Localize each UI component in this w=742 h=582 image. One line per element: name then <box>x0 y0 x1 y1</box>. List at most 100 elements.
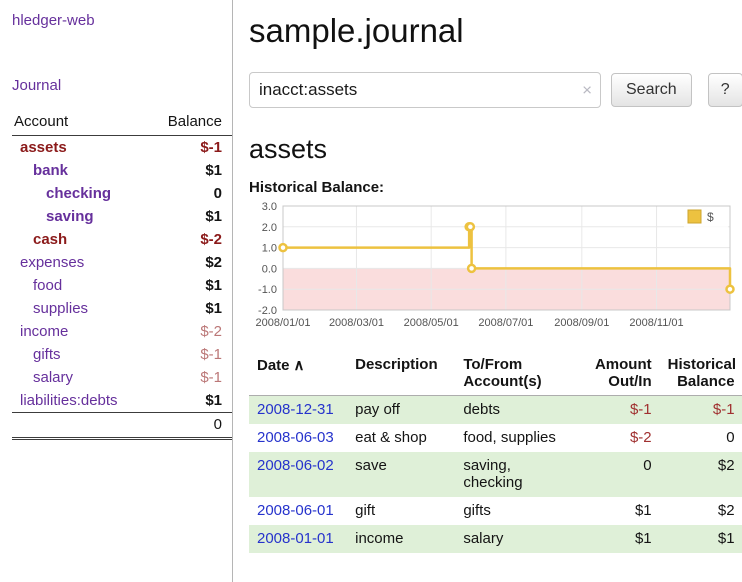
register-accounts-cell: salary <box>455 525 578 553</box>
transaction-date-link[interactable]: 2008-06-02 <box>257 457 334 474</box>
account-name-cell: gifts <box>12 343 147 366</box>
account-link[interactable]: assets <box>20 139 67 156</box>
account-balance: 0 <box>147 182 232 205</box>
register-balance-cell: $2 <box>660 452 742 497</box>
app-title-link[interactable]: hledger-web <box>12 12 232 29</box>
register-amount-cell: $1 <box>579 525 660 553</box>
account-balance: $-1 <box>147 343 232 366</box>
account-row: expenses $2 <box>12 251 232 274</box>
chart-point-marker <box>468 265 475 272</box>
register-balance-cell: $-1 <box>660 396 742 425</box>
register-header-row: Date∧ Description To/From Account(s) Amount… <box>249 354 742 396</box>
account-heading: assets <box>249 134 742 165</box>
account-name-cell: salary <box>12 366 147 389</box>
transaction-date-link[interactable]: 2008-01-01 <box>257 530 334 547</box>
register-col-accounts: To/From Account(s) <box>455 354 578 396</box>
sidebar: hledger-web Journal Account Balance asse… <box>0 0 233 582</box>
accounts-col-account: Account <box>12 110 147 136</box>
register-col-label: Amount Out/In <box>595 356 652 390</box>
register-accounts-cell: food, supplies <box>455 424 578 452</box>
account-link[interactable]: food <box>33 277 62 294</box>
account-name-cell: liabilities:debts <box>12 389 147 413</box>
account-name-cell: expenses <box>12 251 147 274</box>
accounts-total-value: 0 <box>147 413 232 439</box>
account-name-cell: supplies <box>12 297 147 320</box>
sort-ascending-icon: ∧ <box>294 357 305 374</box>
transaction-date-link[interactable]: 2008-06-03 <box>257 429 334 446</box>
accounts-table: Account Balance assets $-1 bank $1 checking 0… <box>12 110 232 440</box>
chart-point-marker <box>727 286 734 293</box>
account-name-cell: assets <box>12 136 147 160</box>
register-col-label: Historical Balance <box>668 356 736 390</box>
hledger-web-app: hledger-web Journal Account Balance asse… <box>0 0 742 582</box>
register-description-cell: gift <box>347 497 455 525</box>
register-description-cell: income <box>347 525 455 553</box>
account-balance: $-1 <box>147 136 232 160</box>
search-button[interactable]: Search <box>611 73 692 107</box>
svg-text:-1.0: -1.0 <box>258 284 277 296</box>
account-link[interactable]: supplies <box>33 300 88 317</box>
register-col-amount: Amount Out/In <box>579 354 660 396</box>
accounts-header-row: Account Balance <box>12 110 232 136</box>
register-date-cell: 2008-06-02 <box>249 452 347 497</box>
svg-text:-2.0: -2.0 <box>258 305 277 317</box>
account-balance: $2 <box>147 251 232 274</box>
account-link[interactable]: cash <box>33 231 67 248</box>
account-link[interactable]: salary <box>33 369 73 386</box>
accounts-total-row: 0 <box>12 413 232 439</box>
register-col-description: Description <box>347 354 455 396</box>
account-balance: $-1 <box>147 366 232 389</box>
account-balance: $-2 <box>147 320 232 343</box>
register-accounts-cell: saving, checking <box>455 452 578 497</box>
account-name-cell: checking <box>12 182 147 205</box>
search-form: × Search ? <box>249 72 742 108</box>
transaction-date-link[interactable]: 2008-06-01 <box>257 502 334 519</box>
legend-label: $ <box>707 210 714 224</box>
register-date-cell: 2008-06-01 <box>249 497 347 525</box>
register-date-cell: 2008-01-01 <box>249 525 347 553</box>
transaction-date-link[interactable]: 2008-12-31 <box>257 401 334 418</box>
legend-color-box <box>688 210 701 223</box>
search-input[interactable] <box>249 72 601 108</box>
account-row: saving $1 <box>12 205 232 228</box>
account-link[interactable]: gifts <box>33 346 61 363</box>
register-amount-cell: $-1 <box>579 396 660 425</box>
help-button[interactable]: ? <box>708 73 742 107</box>
account-link[interactable]: bank <box>33 162 68 179</box>
clear-search-icon[interactable]: × <box>582 82 592 99</box>
account-name-cell: income <box>12 320 147 343</box>
chart-title: Historical Balance: <box>249 179 742 196</box>
account-link[interactable]: checking <box>46 185 111 202</box>
register-row: 2008-06-01giftgifts$1$2 <box>249 497 742 525</box>
account-name-cell: bank <box>12 159 147 182</box>
historical-balance-chart: 3.02.01.00.0-1.0-2.02008/01/012008/03/01… <box>249 198 742 340</box>
account-link[interactable]: expenses <box>20 254 84 271</box>
accounts-col-balance: Balance <box>147 110 232 136</box>
register-col-balance: Historical Balance <box>660 354 742 396</box>
register-description-cell: pay off <box>347 396 455 425</box>
register-amount-cell: 0 <box>579 452 660 497</box>
account-row: income $-2 <box>12 320 232 343</box>
register-col-label: Date <box>257 357 290 374</box>
account-balance: $1 <box>147 274 232 297</box>
register-description-cell: eat & shop <box>347 424 455 452</box>
account-link[interactable]: saving <box>46 208 94 225</box>
register-col-label: Description <box>355 356 438 373</box>
register-date-cell: 2008-12-31 <box>249 396 347 425</box>
register-col-date[interactable]: Date∧ <box>249 354 347 396</box>
register-amount-cell: $1 <box>579 497 660 525</box>
svg-text:3.0: 3.0 <box>262 201 277 213</box>
register-balance-cell: 0 <box>660 424 742 452</box>
account-name-cell: saving <box>12 205 147 228</box>
register-date-cell: 2008-06-03 <box>249 424 347 452</box>
chart-point-marker <box>280 244 287 251</box>
register-amount-cell: $-2 <box>579 424 660 452</box>
sidebar-item-journal[interactable]: Journal <box>12 77 232 94</box>
account-balance: $1 <box>147 297 232 320</box>
account-link[interactable]: liabilities:debts <box>20 392 118 409</box>
account-link[interactable]: income <box>20 323 68 340</box>
svg-text:0.0: 0.0 <box>262 263 277 275</box>
register-row: 2008-06-02savesaving, checking0$2 <box>249 452 742 497</box>
account-row: food $1 <box>12 274 232 297</box>
account-balance: $1 <box>147 205 232 228</box>
